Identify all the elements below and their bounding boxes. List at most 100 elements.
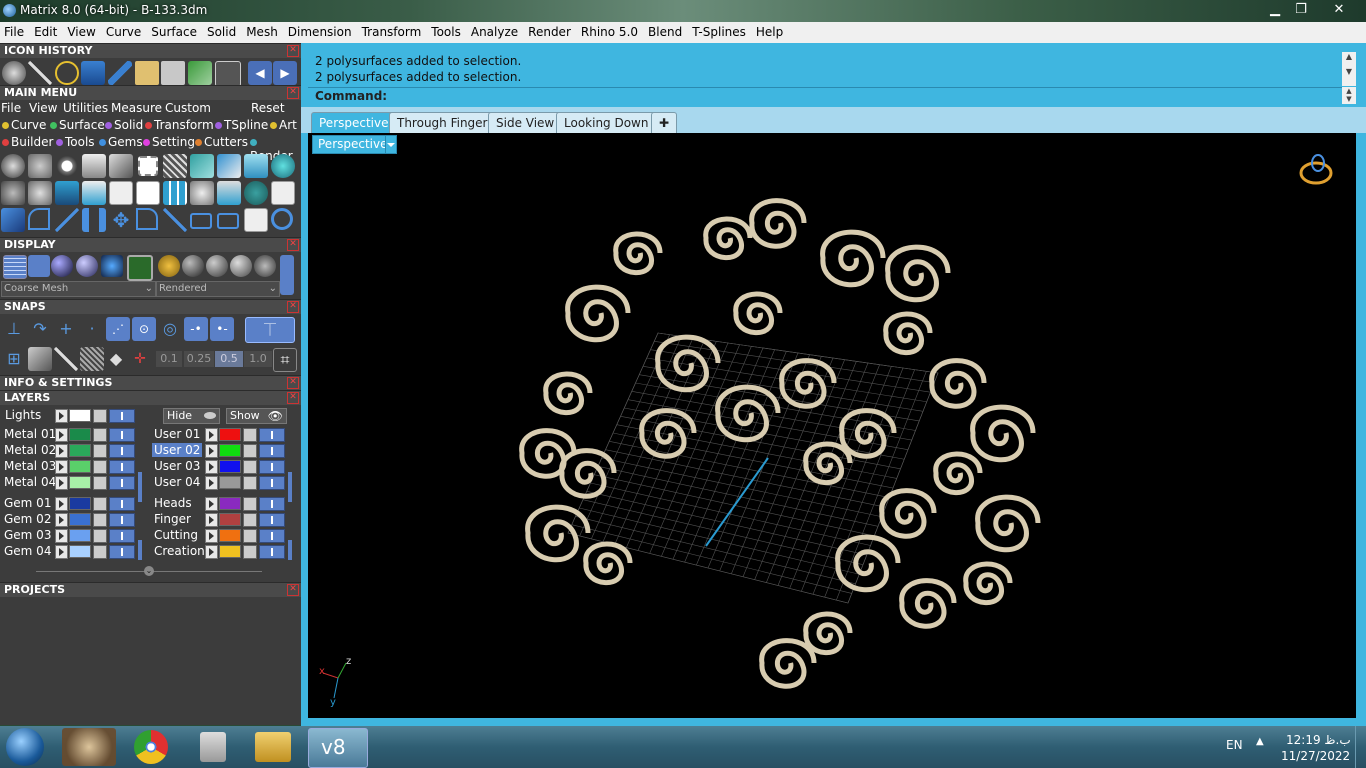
main-menu-measure[interactable]: Measure — [111, 101, 162, 115]
diamond-icon[interactable]: ◆ — [104, 347, 128, 371]
layer-visible-toggle[interactable] — [109, 409, 135, 423]
menu-tools[interactable]: Tools — [426, 22, 466, 43]
close-icon[interactable]: ✕ — [287, 301, 299, 313]
film-icon[interactable] — [55, 181, 79, 205]
expand-icon[interactable]: ⌄ — [144, 566, 154, 576]
layer-expand-icon[interactable] — [205, 460, 218, 474]
s-curve-icon[interactable] — [55, 208, 79, 232]
lock-icon[interactable] — [93, 529, 107, 543]
quad-snap-icon[interactable]: •- — [210, 317, 234, 341]
mid-snap-icon[interactable]: · — [80, 317, 104, 341]
lock-icon[interactable] — [93, 497, 107, 511]
drop-icon[interactable] — [82, 154, 106, 178]
menu-analyze[interactable]: Analyze — [466, 22, 523, 43]
line-snap-icon[interactable] — [54, 347, 78, 371]
menu-blend[interactable]: Blend — [643, 22, 687, 43]
lock-icon[interactable] — [93, 409, 107, 423]
cube-snap-icon[interactable] — [28, 347, 52, 371]
int-snap-icon[interactable]: ⊙ — [132, 317, 156, 341]
render-select[interactable]: Rendered ⌄ — [156, 281, 280, 297]
sweep-icon[interactable] — [188, 61, 212, 85]
layer-visible-toggle[interactable] — [109, 428, 135, 442]
layer-name-metal-04[interactable]: Metal 04 — [4, 475, 56, 489]
lock-icon[interactable] — [243, 428, 257, 442]
menu-edit[interactable]: Edit — [29, 22, 62, 43]
lock-icon[interactable] — [93, 545, 107, 559]
language-indicator[interactable]: EN — [1226, 738, 1243, 752]
layer-name-metal-01[interactable]: Metal 01 — [4, 427, 56, 441]
matrix-tool-icon[interactable] — [1, 154, 25, 178]
mesh-select[interactable]: Coarse Mesh ⌄ — [1, 281, 156, 297]
folder-icon[interactable] — [255, 732, 291, 762]
circle-icon[interactable] — [271, 208, 293, 230]
layer-visible-toggle[interactable] — [259, 529, 285, 543]
layer-name-gem-02[interactable]: Gem 02 — [4, 512, 51, 526]
menu-help[interactable]: Help — [751, 22, 788, 43]
layer-color-swatch[interactable] — [219, 513, 241, 526]
category-builder[interactable]: Builder — [2, 135, 53, 149]
forward-arrow-icon[interactable]: ▶ — [273, 61, 297, 85]
hand-icon[interactable] — [82, 181, 106, 205]
bird-icon[interactable] — [217, 154, 241, 178]
scrollbar[interactable] — [138, 472, 142, 502]
layer-expand-icon[interactable] — [55, 513, 68, 527]
grid-icon[interactable] — [163, 181, 187, 205]
grid-size-icon[interactable]: ⌗ — [273, 348, 297, 372]
ortho-toggle[interactable]: ⏉ — [245, 317, 295, 343]
join-icon[interactable] — [190, 213, 212, 229]
gears-icon[interactable] — [28, 181, 52, 205]
layer-color-swatch[interactable] — [69, 444, 91, 457]
point-snap-icon[interactable]: + — [54, 317, 78, 341]
menu-transform[interactable]: Transform — [357, 22, 427, 43]
lock-icon[interactable] — [135, 61, 159, 85]
layer-color-swatch[interactable] — [219, 529, 241, 542]
menu-rhino5[interactable]: Rhino 5.0 — [576, 22, 643, 43]
layer-color-swatch[interactable] — [219, 444, 241, 457]
layer-expand-icon[interactable] — [55, 444, 68, 458]
person-icon[interactable] — [28, 255, 50, 277]
scrollbar[interactable] — [288, 472, 292, 502]
rotate-icon[interactable] — [136, 208, 158, 230]
main-menu-file[interactable]: File — [1, 101, 21, 115]
layer-name-user-04[interactable]: User 04 — [154, 475, 200, 489]
layer-name-finger[interactable]: Finger — [154, 512, 191, 526]
layer-color-swatch[interactable] — [69, 497, 91, 510]
sun-icon[interactable] — [55, 154, 79, 178]
layer-name-gem-03[interactable]: Gem 03 — [4, 528, 51, 542]
main-menu-custom[interactable]: Custom — [165, 101, 211, 115]
layer-expand-icon[interactable] — [55, 497, 68, 511]
ring-icon[interactable] — [55, 61, 79, 85]
menu-solid[interactable]: Solid — [202, 22, 241, 43]
layer-name-creation[interactable]: Creation — [154, 544, 205, 558]
globe-icon[interactable] — [244, 181, 268, 205]
back-arrow-icon[interactable]: ◀ — [248, 61, 272, 85]
layer-visible-toggle[interactable] — [259, 497, 285, 511]
snap-value-0-1[interactable]: 0.1 — [156, 351, 182, 367]
layer-expand-icon[interactable] — [205, 529, 218, 543]
menu-tsplines[interactable]: T-Splines — [687, 22, 751, 43]
hide-button[interactable]: Hide — [163, 408, 220, 424]
show-button[interactable]: Show 👁 — [226, 408, 287, 424]
lock-icon[interactable] — [243, 545, 257, 559]
layer-visible-toggle[interactable] — [259, 476, 285, 490]
logo-icon[interactable] — [136, 181, 160, 205]
matrix-logo-icon[interactable] — [2, 61, 26, 85]
layer-color-swatch[interactable] — [219, 545, 241, 558]
lock-icon[interactable] — [93, 460, 107, 474]
stone-icon[interactable] — [109, 154, 133, 178]
category-setting[interactable]: Setting — [143, 135, 195, 149]
layer-name-metal-02[interactable]: Metal 02 — [4, 443, 56, 457]
snap-value-1-0[interactable]: 1.0 — [244, 351, 272, 367]
close-icon[interactable]: ✕ — [287, 377, 299, 389]
layer-expand-icon[interactable] — [205, 428, 218, 442]
layer-visible-toggle[interactable] — [259, 545, 285, 559]
main-menu-reset[interactable]: Reset — [251, 101, 285, 115]
layer-name-user-03[interactable]: User 03 — [154, 459, 200, 473]
layer-color-swatch[interactable] — [219, 428, 241, 441]
viewport[interactable]: Perspective x z y — [308, 133, 1356, 718]
rings-icon[interactable] — [1, 181, 25, 205]
xray-icon[interactable] — [127, 255, 153, 281]
layer-color-swatch[interactable] — [69, 409, 91, 422]
menu-view[interactable]: View — [62, 22, 100, 43]
move-icon[interactable]: ✥ — [109, 208, 133, 232]
